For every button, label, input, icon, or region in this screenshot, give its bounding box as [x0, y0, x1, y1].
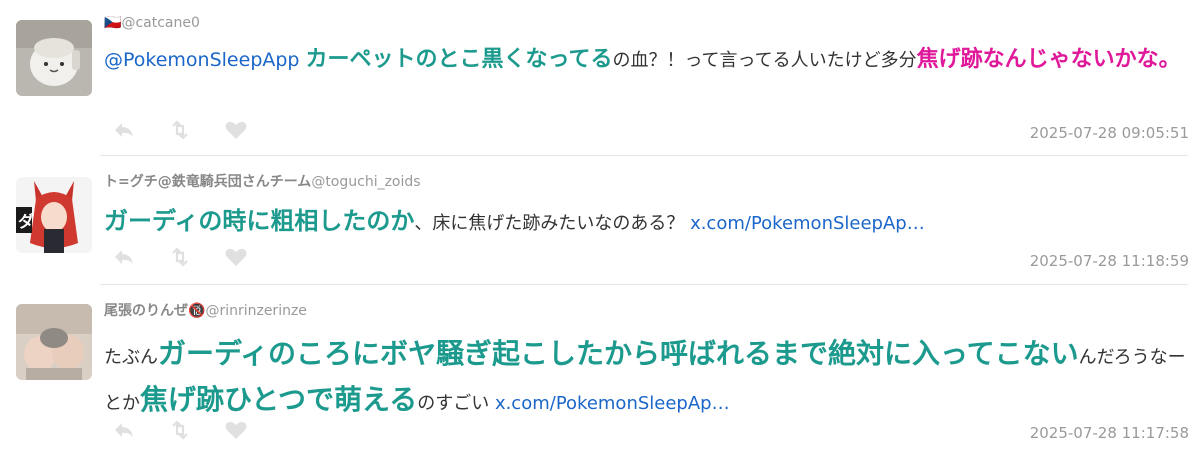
reply-icon[interactable]: [112, 419, 136, 441]
display-name[interactable]: 尾張のりんぜ🔞: [104, 303, 205, 319]
retweet-icon[interactable]: [168, 119, 192, 141]
retweet-icon[interactable]: [168, 419, 192, 441]
heart-icon[interactable]: [224, 119, 248, 141]
avatar-toguchi-zoids[interactable]: ダ: [16, 177, 92, 253]
reply-icon[interactable]: [112, 246, 136, 268]
timestamp[interactable]: 2025-07-28 11:17:58: [1030, 424, 1189, 442]
tweet-1-actions: [112, 119, 275, 141]
timestamp[interactable]: 2025-07-28 09:05:51: [1030, 124, 1189, 142]
tweet-2-text: ガーディの時に粗相したのか、床に焦げた跡みたいなのある？ x.com/Pokem…: [104, 202, 1188, 243]
plain-text: のすごい: [417, 393, 495, 414]
divider: [100, 155, 1188, 156]
heart-icon[interactable]: [224, 246, 248, 268]
timestamp[interactable]: 2025-07-28 11:18:59: [1030, 252, 1189, 270]
svg-text:ダ: ダ: [18, 212, 34, 231]
reply-icon[interactable]: [112, 119, 136, 141]
avatar-rinrinzerinze[interactable]: [16, 304, 92, 380]
emphasis-text: ガーディのころにボヤ騒ぎ起こしたから呼ばれるまで絶対に入ってこない: [158, 337, 1079, 370]
flag-emoji: 🇨🇿: [104, 15, 122, 31]
avatar-catcane0[interactable]: [16, 20, 92, 96]
tweet-1-meta: 🇨🇿@catcane0: [104, 14, 200, 32]
user-handle[interactable]: @catcane0: [121, 15, 199, 31]
user-handle[interactable]: @rinrinzerinze: [205, 303, 306, 319]
divider: [100, 284, 1188, 285]
plain-text: の血？！って言ってる人いたけど多分: [612, 50, 917, 71]
display-name[interactable]: ト=グチ@鉄竜騎兵団さんチーム: [104, 174, 311, 190]
tweet-link[interactable]: x.com/PokemonSleepAp…: [495, 393, 730, 414]
tweet-2-actions: [112, 246, 275, 268]
plain-text: たぶん: [104, 347, 158, 368]
tweet-3-text: たぶんガーディのころにボヤ騒ぎ起こしたから呼ばれるまで絶対に入ってこないんだろう…: [104, 333, 1188, 425]
tweet-2-meta: ト=グチ@鉄竜騎兵団さんチーム@toguchi_zoids: [104, 173, 421, 191]
tweet-3-actions: [112, 419, 275, 441]
tweet-3-meta: 尾張のりんぜ🔞@rinrinzerinze: [104, 302, 307, 320]
tweet-1-text: @PokemonSleepApp カーペットのとこ黒くなってるの血？！って言って…: [104, 40, 1188, 81]
tweet-link[interactable]: x.com/PokemonSleepAp…: [690, 213, 925, 234]
emphasis-text: 焦げ跡ひとつで萌える: [140, 383, 418, 416]
retweet-icon[interactable]: [168, 246, 192, 268]
emphasis-text: カーペットのとこ黒くなってる: [305, 47, 613, 72]
heart-icon[interactable]: [224, 419, 248, 441]
emphasis-text: 焦げ跡なんじゃないかな。: [916, 47, 1181, 72]
plain-text: 、床に焦げた跡みたいなのある？: [414, 213, 691, 234]
mention-link[interactable]: @PokemonSleepApp: [104, 49, 306, 71]
emphasis-text: ガーディの時に粗相したのか: [104, 207, 415, 235]
user-handle[interactable]: @toguchi_zoids: [311, 174, 420, 190]
